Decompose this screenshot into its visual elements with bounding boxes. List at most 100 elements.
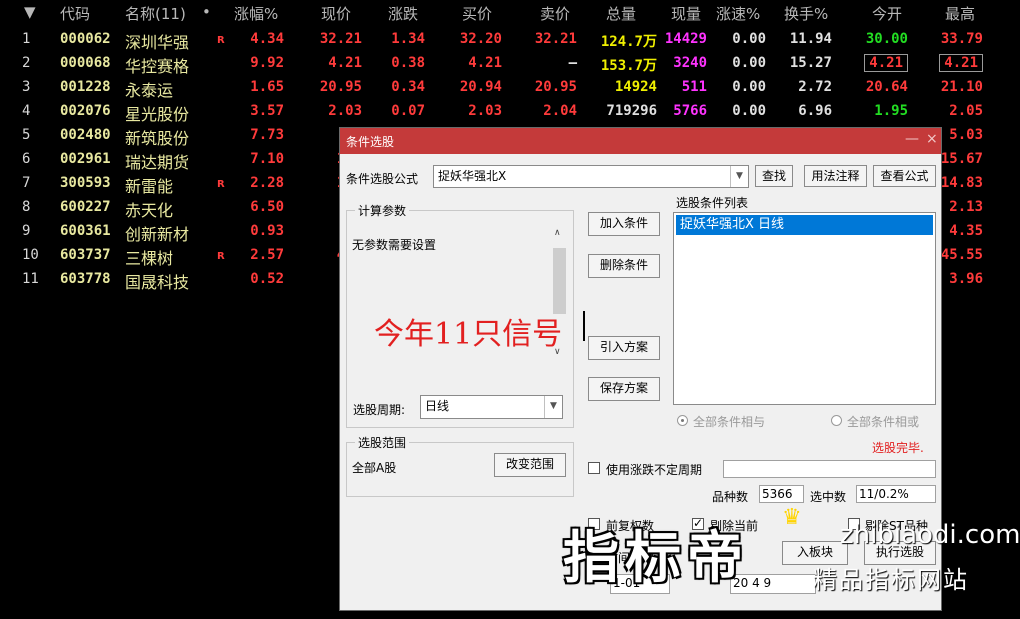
watermark-url: zhibiaodi.com <box>840 520 1020 550</box>
row-name: 瑞达期货 <box>125 153 190 172</box>
dialog-title: 条件选股 <box>346 135 395 149</box>
row-open: 20.64 <box>865 79 908 95</box>
row-index: 6 <box>22 151 31 167</box>
condition-item[interactable]: 捉妖华强北X 日线 <box>676 215 933 235</box>
save-plan-button[interactable]: 保存方案 <box>588 377 660 401</box>
row-volume: 14924 <box>614 79 657 95</box>
row-high: 14.83 <box>940 175 983 191</box>
formula-label: 条件选股公式 <box>346 172 419 186</box>
row-ask: 32.21 <box>534 31 577 47</box>
condition-list[interactable]: 捉妖华强北X 日线 <box>673 212 936 405</box>
col-price[interactable]: 现价 <box>321 3 351 24</box>
params-group-label: 计算参数 <box>355 202 410 219</box>
col-bid[interactable]: 买价 <box>462 3 492 24</box>
import-plan-button[interactable]: 引入方案 <box>588 336 660 360</box>
use-period-checkbox[interactable] <box>588 462 600 474</box>
crown-icon: ♛ <box>782 505 802 530</box>
row-bid: 4.21 <box>468 55 502 71</box>
formula-select[interactable]: 捉妖华强北X ▼ <box>433 165 749 188</box>
col-dot: • <box>202 3 211 21</box>
col-open[interactable]: 今开 <box>872 3 902 24</box>
usage-button[interactable]: 用法注释 <box>804 165 867 187</box>
row-name: 华控赛格 <box>125 57 190 76</box>
table-row[interactable]: 2 000068 华控赛格 9.92 4.21 0.38 4.21 — 153.7万 3240 0.… <box>0 52 1020 76</box>
row-name: 三棵树 <box>125 249 174 268</box>
row-change: 1.34 <box>391 31 425 47</box>
col-speed[interactable]: 涨速% <box>716 3 760 24</box>
radio-and[interactable] <box>677 415 688 426</box>
row-speed: 0.00 <box>732 103 766 119</box>
row-open: 30.00 <box>865 31 908 47</box>
table-header: ▼ 代码 名称(11) • 涨幅% 现价 涨跌 买价 卖价 总量 现量 涨速% … <box>0 0 1020 24</box>
row-index: 4 <box>22 103 31 119</box>
row-high: 21.10 <box>940 79 983 95</box>
table-row[interactable]: 1 000062 深圳华强 4.34 32.21 1.34 32.20 32.21 124.7万… <box>0 28 1020 52</box>
col-code[interactable]: 代码 <box>60 3 90 24</box>
row-change-pct: 1.65 <box>250 79 284 95</box>
row-open: 1.95 <box>874 103 908 119</box>
col-change[interactable]: 涨跌 <box>388 3 418 24</box>
radio-or[interactable] <box>831 415 842 426</box>
row-price: 32.21 <box>319 31 362 47</box>
row-code: 300593 <box>60 175 111 191</box>
chevron-down-icon[interactable]: ▼ <box>544 396 562 418</box>
col-volume[interactable]: 总量 <box>606 3 636 24</box>
view-formula-button[interactable]: 查看公式 <box>873 165 936 187</box>
condition-list-label: 选股条件列表 <box>676 196 749 210</box>
period-select[interactable]: 日线 ▼ <box>420 395 563 419</box>
row-change-pct: 9.92 <box>250 55 284 71</box>
minimize-icon[interactable]: — <box>905 131 919 147</box>
row-code: 600227 <box>60 199 111 215</box>
col-high[interactable]: 最高 <box>945 3 975 24</box>
row-change-pct: 0.93 <box>250 223 284 239</box>
row-bid: 20.94 <box>459 79 502 95</box>
table-row[interactable]: 4 002076 星光股份 3.57 2.03 0.07 2.03 2.04 719296 576… <box>0 100 1020 124</box>
table-row[interactable]: 3 001228 永泰运 1.65 20.95 0.34 20.94 20.95 14924 51… <box>0 76 1020 100</box>
row-index: 7 <box>22 175 31 191</box>
margin-badge: R <box>217 251 225 262</box>
period-input[interactable] <box>723 460 936 478</box>
row-change-pct: 6.50 <box>250 199 284 215</box>
scope-value: 全部A股 <box>352 461 397 475</box>
row-change-pct: 0.52 <box>250 271 284 287</box>
row-high: 5.03 <box>949 127 983 143</box>
row-speed: 0.00 <box>732 31 766 47</box>
row-high: 45.55 <box>940 247 983 263</box>
sort-arrow-icon[interactable]: ▼ <box>24 3 36 21</box>
row-index: 2 <box>22 55 31 71</box>
period-value: 日线 <box>425 399 450 413</box>
row-high: 4.21 <box>939 54 983 72</box>
col-ask[interactable]: 卖价 <box>540 3 570 24</box>
row-high: 2.13 <box>949 199 983 215</box>
col-turnover[interactable]: 换手% <box>784 3 828 24</box>
row-open: 4.21 <box>864 54 908 72</box>
text-cursor <box>583 311 585 341</box>
row-name: 赤天化 <box>125 201 174 220</box>
change-scope-button[interactable]: 改变范围 <box>494 453 566 477</box>
row-current-volume: 5766 <box>673 103 707 119</box>
row-price: 20.95 <box>319 79 362 95</box>
row-code: 000068 <box>60 55 111 71</box>
scroll-thumb[interactable] <box>553 248 566 314</box>
row-code: 000062 <box>60 31 111 47</box>
row-change: 0.07 <box>391 103 425 119</box>
col-change-pct[interactable]: 涨幅% <box>234 3 278 24</box>
row-change-pct: 2.28 <box>250 175 284 191</box>
row-name: 永泰运 <box>125 81 174 100</box>
row-bid: 32.20 <box>459 31 502 47</box>
row-ask: 20.95 <box>534 79 577 95</box>
scroll-up-icon[interactable]: ∧ <box>554 228 561 238</box>
row-volume: 719296 <box>606 103 657 119</box>
add-condition-button[interactable]: 加入条件 <box>588 212 660 236</box>
find-button[interactable]: 查找 <box>755 165 793 187</box>
row-current-volume: 14429 <box>664 31 707 47</box>
row-change-pct: 4.34 <box>250 31 284 47</box>
row-change: 0.34 <box>391 79 425 95</box>
dialog-title-bar[interactable]: 条件选股 — × <box>340 128 941 154</box>
close-icon[interactable]: × <box>926 131 938 147</box>
chevron-down-icon[interactable]: ▼ <box>730 166 748 187</box>
col-name[interactable]: 名称(11) <box>125 3 186 24</box>
col-current-volume[interactable]: 现量 <box>671 3 701 24</box>
row-current-volume: 3240 <box>673 55 707 71</box>
delete-condition-button[interactable]: 删除条件 <box>588 254 660 278</box>
